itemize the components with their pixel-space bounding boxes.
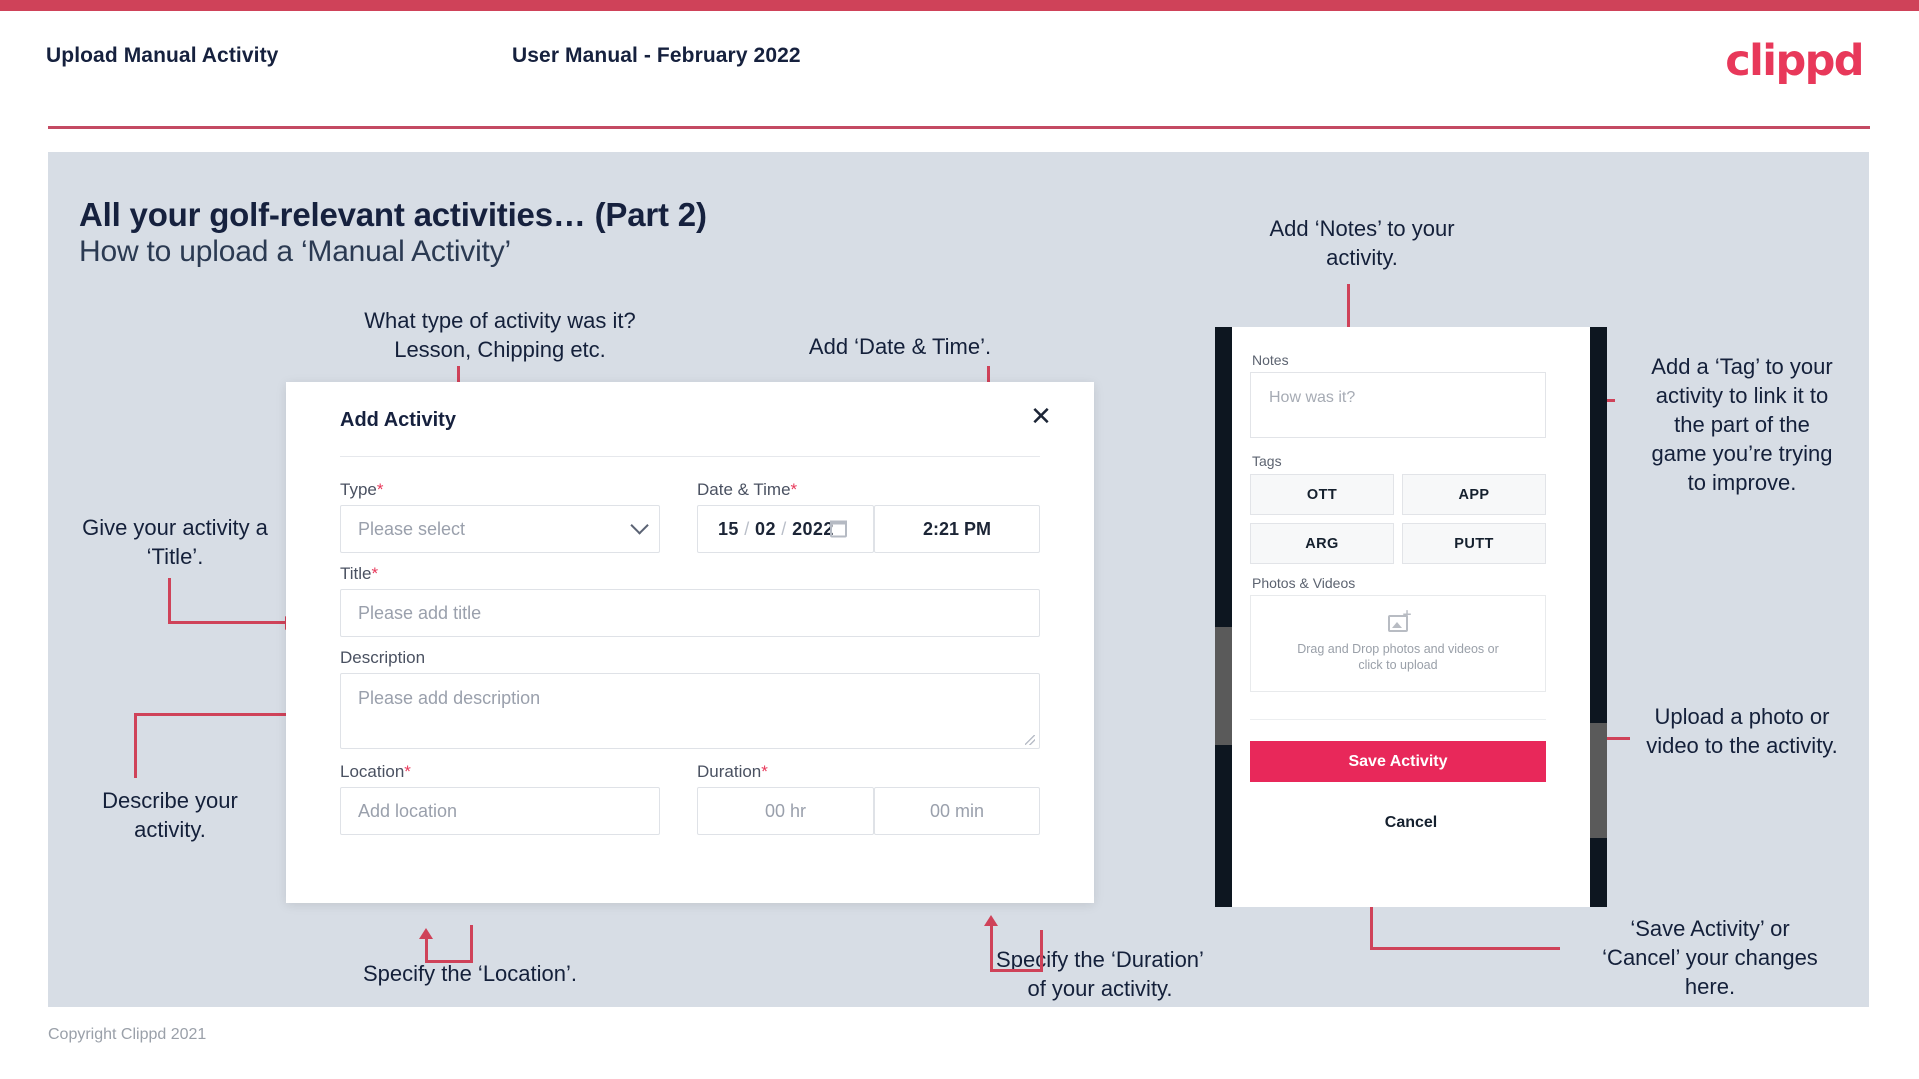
slide-subtitle: How to upload a ‘Manual Activity’	[79, 235, 511, 268]
type-label-text: Type	[340, 480, 377, 499]
duration-minutes-input[interactable]: 00 min	[874, 787, 1040, 835]
connector-loc-v2	[425, 938, 428, 963]
connector-loc-v1	[470, 925, 473, 963]
dialog-title: Add Activity	[340, 409, 456, 431]
phone-divider	[1250, 719, 1546, 720]
datetime-label-text: Date & Time	[697, 480, 791, 499]
notes-placeholder: How was it?	[1269, 389, 1356, 406]
tags-label: Tags	[1252, 453, 1282, 469]
connector-dur-v1	[1040, 930, 1043, 972]
annotation-duration: Specify the ‘Duration’ of your activity.	[996, 947, 1204, 1001]
connector-desc-h	[134, 713, 289, 716]
top-accent-bar	[0, 0, 1919, 11]
connector-loc-arrow	[419, 928, 433, 939]
type-label: Type*	[340, 480, 383, 500]
description-textarea[interactable]: Please add description	[340, 673, 1040, 749]
date-sep-1: /	[744, 518, 750, 539]
annotation-tag: Add a ‘Tag’ to your activity to link it …	[1651, 354, 1833, 495]
annotation-upload: Upload a photo or video to the activity.	[1646, 704, 1838, 758]
duration-minutes-placeholder: 00 min	[929, 800, 985, 821]
date-sep-2: /	[781, 518, 787, 539]
phone-button-left	[1215, 627, 1232, 745]
date-year: 2022	[792, 518, 834, 539]
duration-label: Duration*	[697, 762, 768, 782]
photo-upload-dropzone[interactable]: Drag and Drop photos and videos or click…	[1250, 595, 1546, 692]
location-placeholder: Add location	[358, 800, 458, 821]
tag-arg[interactable]: ARG	[1250, 523, 1394, 564]
phone-bezel-left	[1215, 327, 1232, 907]
cancel-button[interactable]: Cancel	[1232, 814, 1590, 832]
header-center-title: User Manual - February 2022	[512, 44, 801, 67]
datetime-label: Date & Time*	[697, 480, 797, 500]
annotation-datetime: Add ‘Date & Time’.	[808, 334, 992, 359]
date-day: 15	[718, 518, 739, 539]
connector-title-h	[168, 621, 288, 624]
dialog-divider	[340, 456, 1040, 457]
notes-label: Notes	[1252, 352, 1289, 368]
add-activity-dialog: Add Activity ✕ Type* Please select Date …	[286, 382, 1094, 903]
connector-loc-h	[425, 960, 473, 963]
title-label: Title*	[340, 564, 378, 584]
connector-save-h	[1370, 947, 1560, 950]
location-required: *	[404, 762, 411, 781]
annotation-save-cancel: ‘Save Activity’ or ‘Cancel’ your changes…	[1602, 916, 1818, 999]
upload-hint-line1: Drag and Drop photos and videos or	[1297, 641, 1499, 656]
time-value: 2:21 PM	[922, 518, 992, 539]
image-add-icon	[1388, 607, 1412, 632]
phone-button-right	[1590, 723, 1607, 838]
duration-hours-placeholder: 00 hr	[764, 800, 807, 821]
annotation-description: Describe your activity.	[102, 788, 238, 842]
datetime-required: *	[790, 480, 798, 499]
title-placeholder: Please add title	[358, 602, 482, 623]
connector-desc-v	[134, 713, 137, 778]
description-placeholder: Please add description	[358, 688, 541, 708]
annotation-type: What type of activity was it? Lesson, Ch…	[364, 308, 636, 362]
duration-required: *	[761, 762, 768, 781]
title-required: *	[371, 564, 379, 583]
title-input[interactable]: Please add title	[340, 589, 1040, 637]
date-input[interactable]: 15 / 02 / 2022	[697, 505, 874, 553]
date-month: 02	[755, 518, 776, 539]
notes-textarea[interactable]: How was it?	[1250, 372, 1546, 438]
duration-hours-input[interactable]: 00 hr	[697, 787, 874, 835]
clippd-logo: clippd	[1725, 36, 1864, 86]
date-value: 15 / 02 / 2022	[698, 519, 834, 540]
header-divider	[48, 126, 1870, 129]
duration-label-text: Duration	[697, 762, 762, 781]
annotation-title: Give your activity a ‘Title’.	[82, 515, 268, 569]
annotation-location: Specify the ‘Location’.	[362, 961, 578, 986]
location-input[interactable]: Add location	[340, 787, 660, 835]
type-select[interactable]: Please select	[340, 505, 660, 553]
phone-bezel-right	[1590, 327, 1607, 907]
save-activity-button[interactable]: Save Activity	[1250, 741, 1546, 782]
tag-putt[interactable]: PUTT	[1402, 523, 1546, 564]
tag-app[interactable]: APP	[1402, 474, 1546, 515]
time-input[interactable]: 2:21 PM	[874, 505, 1040, 553]
chevron-down-icon	[630, 516, 649, 535]
close-icon[interactable]: ✕	[1024, 400, 1058, 434]
connector-dur-v2	[990, 925, 993, 971]
tag-ott[interactable]: OTT	[1250, 474, 1394, 515]
upload-hint-line2: click to upload	[1358, 657, 1438, 672]
resize-handle-icon[interactable]	[1025, 735, 1035, 745]
phone-mockup: Notes How was it? Tags OTT APP ARG PUTT …	[1215, 327, 1607, 907]
phone-screen: Notes How was it? Tags OTT APP ARG PUTT …	[1232, 327, 1590, 907]
type-placeholder: Please select	[358, 518, 466, 539]
connector-title-v	[168, 578, 171, 623]
title-label-text: Title	[340, 564, 372, 583]
slide-title: All your golf-relevant activities… (Part…	[79, 196, 707, 233]
slide-page: Upload Manual Activity User Manual - Feb…	[0, 0, 1919, 1079]
connector-dur-arrow	[984, 915, 998, 926]
calendar-icon[interactable]	[830, 520, 847, 538]
location-label-text: Location	[340, 762, 405, 781]
footer-copyright: Copyright Clippd 2021	[48, 1026, 207, 1043]
connector-dur-h	[990, 969, 1043, 972]
type-required: *	[376, 480, 384, 499]
location-label: Location*	[340, 762, 411, 782]
description-label: Description	[340, 648, 426, 667]
photos-label: Photos & Videos	[1252, 575, 1356, 591]
annotation-notes: Add ‘Notes’ to your activity.	[1269, 216, 1455, 270]
header-left-title: Upload Manual Activity	[46, 44, 279, 67]
upload-hint: Drag and Drop photos and videos or click…	[1297, 641, 1499, 673]
